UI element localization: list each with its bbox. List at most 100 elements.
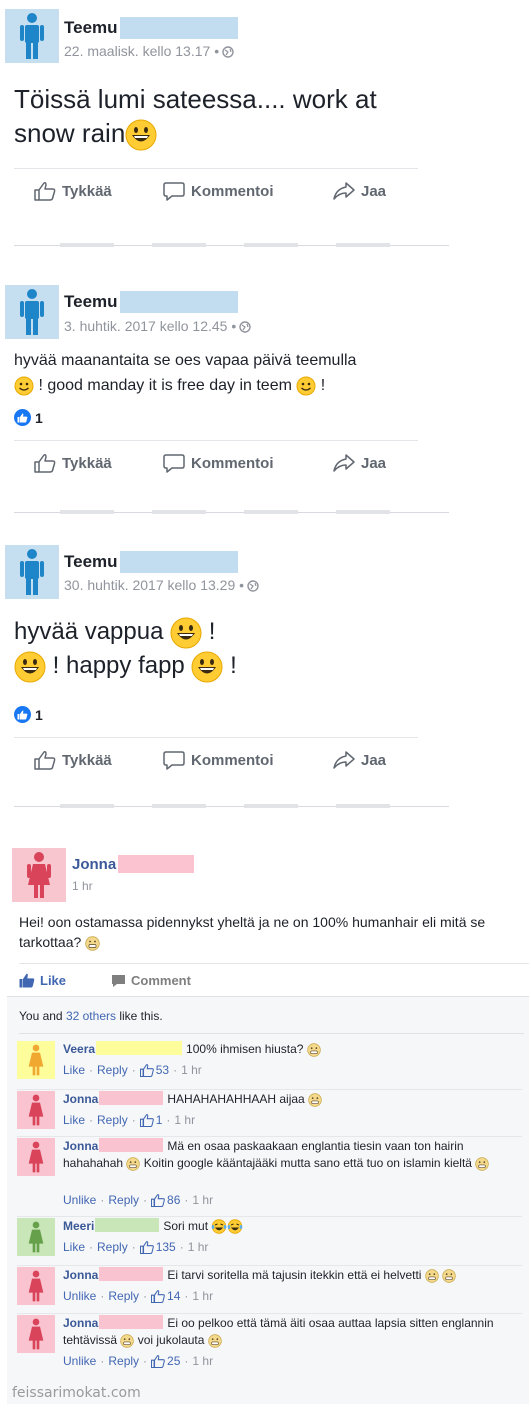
reaction-count[interactable]: 1 (14, 409, 43, 426)
comment-time[interactable]: 1 hr (192, 1354, 213, 1368)
comment-like-link[interactable]: Like (63, 1113, 85, 1127)
jonna-post: Jonna 1 hr Hei! oon ostamassa pidennykst… (5, 833, 529, 1411)
comment-like-link[interactable]: Like (63, 1240, 85, 1254)
action-bar: Like Comment (19, 963, 529, 995)
author-name[interactable]: Jonna (72, 855, 195, 873)
comment-time[interactable]: 1 hr (181, 1063, 202, 1077)
comment-button[interactable]: Kommentoi (163, 453, 274, 473)
comment-text: Ei tarvi soritella mä tajusin itekkin et… (167, 1268, 422, 1282)
reply-link[interactable]: Reply (108, 1289, 139, 1303)
comment-icon (163, 751, 185, 770)
comment: Jonna Ei tarvi soritella mä tajusin itekk… (17, 1267, 527, 1312)
grinning-emoji-icon (14, 651, 46, 683)
action-bar: Tykkää Kommentoi Jaa (0, 177, 420, 207)
author-name[interactable]: Teemu (64, 552, 118, 572)
grimace-emoji-icon (308, 1093, 322, 1107)
avatar[interactable] (17, 1218, 55, 1256)
share-button[interactable]: Jaa (333, 750, 386, 770)
avatar[interactable] (12, 848, 66, 902)
female-figure-icon (28, 1221, 44, 1253)
comment-like-link[interactable]: Like (63, 1063, 85, 1077)
comment-icon (163, 454, 185, 473)
avatar[interactable] (17, 1091, 55, 1129)
female-figure-icon (28, 1318, 44, 1350)
commenter-name[interactable]: Jonna (63, 1316, 98, 1330)
grimace-emoji-icon (307, 1043, 321, 1057)
comment-like-count[interactable]: 1 (139, 1113, 162, 1127)
divider (14, 168, 418, 169)
comment-button[interactable]: Kommentoi (163, 181, 274, 201)
avatar[interactable] (17, 1315, 55, 1353)
avatar[interactable] (17, 1138, 55, 1176)
reply-link[interactable]: Reply (108, 1354, 139, 1368)
post-timestamp[interactable]: 1 hr (72, 879, 93, 893)
divider (17, 1216, 522, 1217)
grimace-emoji-icon (120, 1334, 135, 1348)
action-bar: Tykkää Kommentoi Jaa (0, 746, 420, 776)
divider (17, 1136, 522, 1137)
likes-summary: You and 32 others like this. (19, 1009, 163, 1023)
author-name[interactable]: Teemu (64, 292, 118, 312)
share-button[interactable]: Jaa (333, 453, 386, 473)
avatar[interactable] (17, 1041, 55, 1079)
commenter-name[interactable]: Veera (63, 1042, 95, 1056)
avatar[interactable] (5, 285, 59, 339)
thumbs-up-icon (34, 454, 56, 473)
avatar[interactable] (5, 9, 59, 63)
divider (14, 440, 418, 441)
female-figure-icon (28, 1270, 44, 1302)
comment-unlike-link[interactable]: Unlike (63, 1354, 96, 1368)
comment-like-count[interactable]: 53 (139, 1063, 169, 1077)
comment-time[interactable]: 1 hr (192, 1289, 213, 1303)
comment-unlike-link[interactable]: Unlike (63, 1289, 96, 1303)
comment-like-count[interactable]: 14 (151, 1289, 180, 1303)
grimace-emoji-icon (475, 1157, 490, 1171)
likes-link[interactable]: 32 others (66, 1009, 116, 1023)
reply-link[interactable]: Reply (97, 1240, 128, 1254)
comment-like-count[interactable]: 25 (151, 1354, 180, 1368)
reaction-count[interactable]: 1 (14, 706, 43, 723)
reply-link[interactable]: Reply (97, 1063, 128, 1077)
female-figure-icon (28, 1141, 44, 1173)
like-button[interactable]: Tykkää (34, 750, 112, 770)
reply-link[interactable]: Reply (97, 1113, 128, 1127)
comment-like-count[interactable]: 135 (139, 1240, 176, 1254)
comment: Jonna Mä en osaa paskaakaan englantia tie… (17, 1138, 527, 1218)
grimace-emoji-icon (208, 1334, 222, 1348)
redaction-bar (118, 855, 195, 873)
redaction-bar (95, 1218, 160, 1232)
grinning-emoji-icon (170, 617, 202, 649)
comment-time[interactable]: 1 hr (174, 1113, 195, 1127)
comment-unlike-link[interactable]: Unlike (63, 1193, 96, 1207)
post-timestamp[interactable]: 3. huhtik. 2017 kello 12.45 • (64, 318, 251, 334)
avatar[interactable] (5, 545, 59, 599)
avatar[interactable] (17, 1267, 55, 1305)
reply-link[interactable]: Reply (108, 1193, 139, 1207)
post-timestamp[interactable]: 30. huhtik. 2017 kello 13.29 • (64, 577, 259, 593)
like-button[interactable]: Tykkää (34, 453, 112, 473)
separator (14, 510, 449, 514)
like-button[interactable]: Tykkää (34, 181, 112, 201)
grinning-emoji-icon (125, 119, 157, 151)
author-name[interactable]: Teemu (64, 18, 118, 38)
like-button[interactable]: Like (19, 973, 66, 988)
post-timestamp[interactable]: 22. maalisk. kello 13.17 • (64, 43, 234, 59)
comment-time[interactable]: 1 hr (188, 1240, 209, 1254)
comment-button[interactable]: Kommentoi (163, 750, 274, 770)
laughing-tears-emoji-icon (228, 1219, 243, 1235)
comment-time[interactable]: 1 hr (192, 1193, 213, 1207)
thumbs-up-icon (151, 1354, 165, 1368)
comment-like-count[interactable]: 86 (151, 1193, 180, 1207)
share-arrow-icon (333, 454, 355, 472)
commenter-name[interactable]: Jonna (63, 1139, 98, 1153)
post-3: Teemu 30. huhtik. 2017 kello 13.29 • hyv… (0, 540, 531, 820)
commenter-name[interactable]: Jonna (63, 1092, 98, 1106)
share-arrow-icon (333, 751, 355, 769)
comment-button[interactable]: Comment (111, 973, 191, 988)
male-figure-icon (20, 549, 44, 595)
comment: Jonna HAHAHAHAHHAAH aijaa Like · Reply · 1 · 1 … (17, 1091, 527, 1136)
commenter-name[interactable]: Jonna (63, 1268, 98, 1282)
share-button[interactable]: Jaa (333, 181, 386, 201)
like-reaction-icon (14, 706, 31, 723)
commenter-name[interactable]: Meeri (63, 1219, 94, 1233)
